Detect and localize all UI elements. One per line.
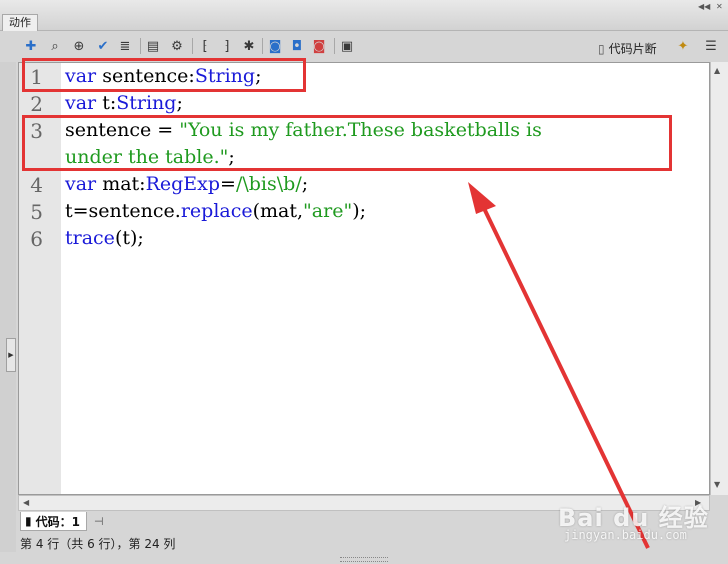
code-line: trace(t);: [65, 227, 144, 249]
panel-title-bar: 动作 ◀◀ ✕: [0, 0, 728, 31]
punctuation: ;: [176, 92, 183, 114]
type-name: RegExp: [145, 173, 221, 195]
watermark: Bai du 经验 jingyan.baidu.com: [558, 498, 728, 548]
highlight-box-line-1: [22, 58, 306, 92]
regex-literal: /\bis\b/: [235, 173, 302, 195]
toolbar-separator: [192, 38, 193, 54]
function-name: replace: [180, 200, 253, 222]
keyword: var: [65, 173, 97, 195]
line-number: 4: [30, 173, 43, 197]
panel-tab-actions[interactable]: 动作: [2, 14, 38, 31]
code-line: t=sentence.replace(mat,"are");: [65, 200, 366, 222]
apply-line-comment-icon[interactable]: ◘: [288, 36, 306, 56]
identifier: t=sentence.: [65, 200, 181, 222]
toolbar-separator: [262, 38, 263, 54]
toolbar-separator: [140, 38, 141, 54]
script-file-icon: ▮: [25, 514, 32, 528]
collapse-selection-icon[interactable]: ⁆: [218, 36, 236, 56]
operator: =: [220, 173, 236, 195]
auto-format-icon[interactable]: ≣: [116, 36, 134, 56]
punctuation: );: [352, 200, 367, 222]
identifier: mat:: [96, 173, 146, 195]
code-snippets-label: 代码片断: [608, 42, 657, 56]
check-syntax-icon[interactable]: ✔: [94, 36, 112, 56]
remove-comment-icon[interactable]: ◙: [310, 36, 328, 56]
line-number: 2: [30, 92, 43, 116]
line-number: 6: [30, 227, 43, 251]
punctuation: ;: [301, 173, 309, 195]
tab-code-1-label: 代码：1: [35, 514, 80, 529]
line-number: 5: [30, 200, 43, 224]
add-statement-icon[interactable]: ✚: [22, 36, 40, 56]
expand-navigator-handle[interactable]: ▶: [6, 338, 16, 372]
magic-wand-icon[interactable]: ✦: [674, 36, 692, 56]
arguments: (t);: [114, 227, 144, 249]
vertical-scrollbar[interactable]: ▲ ▼: [710, 62, 728, 495]
keyword: var: [65, 92, 97, 114]
scroll-down-icon[interactable]: ▼: [714, 480, 720, 489]
arguments: (mat,: [252, 200, 304, 222]
scroll-left-icon[interactable]: ◀: [23, 498, 29, 507]
actions-toolbar: ✚ ⌕ ⊕ ✔ ≣ ▤ ⚙ ⁅ ⁆ ✱ ◙ ◘ ◙ ▣ ▯ 代码片断 ✦ ☰: [18, 34, 728, 60]
collapse-panel-icon[interactable]: ◀◀: [698, 2, 710, 12]
type-name: String: [116, 92, 177, 114]
code-snippets-button[interactable]: ▯ 代码片断: [598, 40, 657, 57]
collapse-between-braces-icon[interactable]: ⁅: [196, 36, 214, 56]
scroll-up-icon[interactable]: ▲: [714, 66, 720, 75]
string-literal: "are": [303, 200, 353, 222]
script-navigator-strip: ▶: [0, 62, 16, 552]
show-hide-toolbox-icon[interactable]: ▣: [338, 36, 356, 56]
code-line: var mat:RegExp=/\bis\b/;: [65, 173, 308, 195]
highlight-box-line-3: [22, 115, 672, 171]
identifier: t:: [96, 92, 117, 114]
debug-options-icon[interactable]: ⚙: [168, 36, 186, 56]
toolbar-separator: [334, 38, 335, 54]
function-name: trace: [65, 227, 115, 249]
find-icon[interactable]: ⌕: [46, 36, 64, 56]
resize-grip[interactable]: [340, 557, 388, 562]
close-panel-icon[interactable]: ✕: [716, 2, 723, 12]
target-icon[interactable]: ⊕: [70, 36, 88, 56]
pin-script-icon[interactable]: ⊣: [94, 515, 104, 528]
code-hint-icon[interactable]: ▤: [144, 36, 162, 56]
expand-all-icon[interactable]: ✱: [240, 36, 258, 56]
code-snippets-icon: ▯: [598, 41, 605, 56]
cursor-position-status: 第 4 行（共 6 行），第 24 列: [20, 537, 176, 551]
tab-code-1[interactable]: ▮ 代码：1: [20, 512, 87, 531]
panel-menu-icon[interactable]: ☰: [702, 36, 720, 56]
apply-block-comment-icon[interactable]: ◙: [266, 36, 284, 56]
code-line: var t:String;: [65, 92, 183, 114]
watermark-url: jingyan.baidu.com: [564, 528, 687, 542]
